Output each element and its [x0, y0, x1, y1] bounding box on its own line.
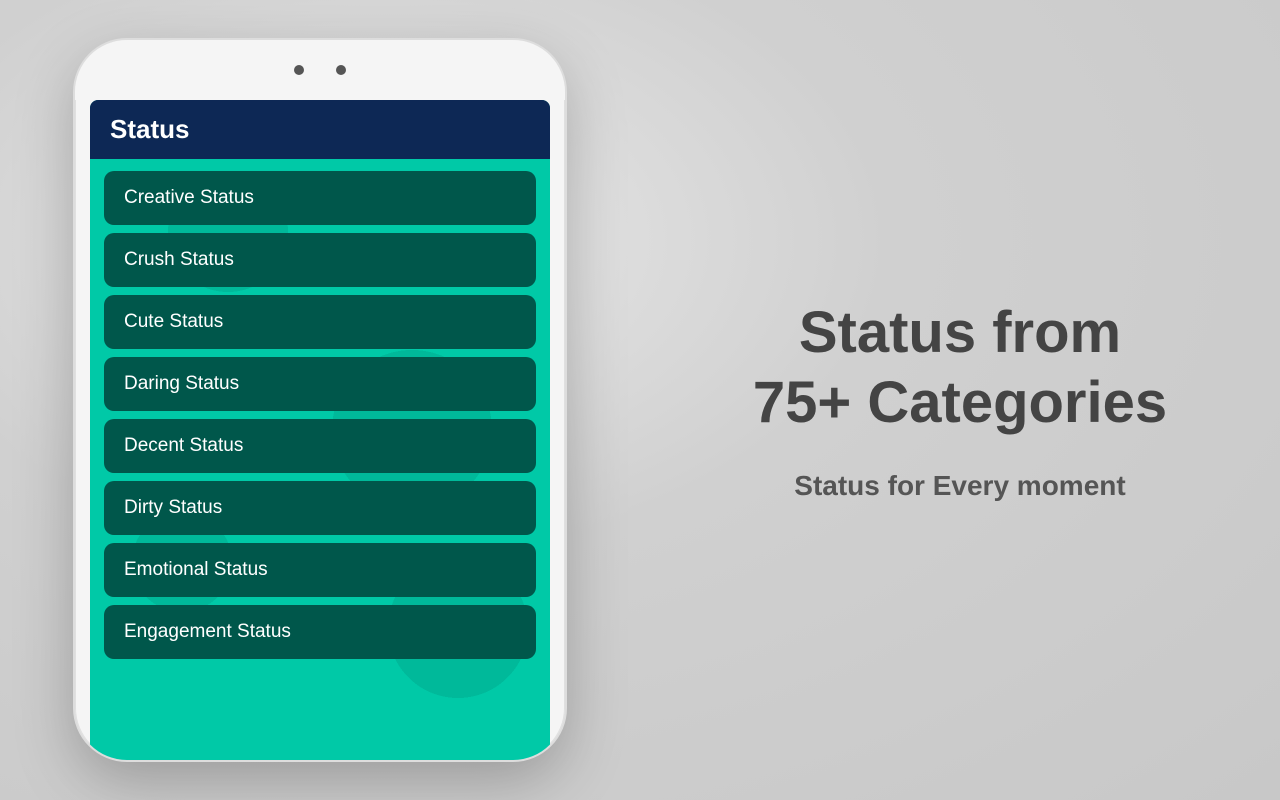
menu-item-decent[interactable]: Decent Status	[104, 419, 536, 473]
right-section: Status from75+ Categories Status for Eve…	[640, 0, 1280, 800]
app-header: Status	[90, 100, 550, 159]
menu-item-emotional[interactable]: Emotional Status	[104, 543, 536, 597]
main-heading: Status from75+ Categories	[753, 298, 1167, 437]
menu-item-daring[interactable]: Daring Status	[104, 357, 536, 411]
menu-item-crush[interactable]: Crush Status	[104, 233, 536, 287]
phone-dot-left	[294, 65, 304, 75]
menu-item-cute[interactable]: Cute Status	[104, 295, 536, 349]
menu-item-creative[interactable]: Creative Status	[104, 171, 536, 225]
phone-screen: Status Creative Status Crush Status Cute S…	[90, 100, 550, 760]
phone-top-bar	[75, 40, 565, 100]
phone-dot-right	[336, 65, 346, 75]
menu-item-engagement[interactable]: Engagement Status	[104, 605, 536, 659]
app-title: Status	[110, 114, 189, 144]
sub-heading: Status for Every moment	[794, 470, 1125, 502]
left-section: Status Creative Status Crush Status Cute S…	[0, 0, 640, 800]
phone-shell: Status Creative Status Crush Status Cute S…	[75, 40, 565, 760]
menu-item-dirty[interactable]: Dirty Status	[104, 481, 536, 535]
menu-list: Creative Status Crush Status Cute Status Da…	[90, 159, 550, 760]
